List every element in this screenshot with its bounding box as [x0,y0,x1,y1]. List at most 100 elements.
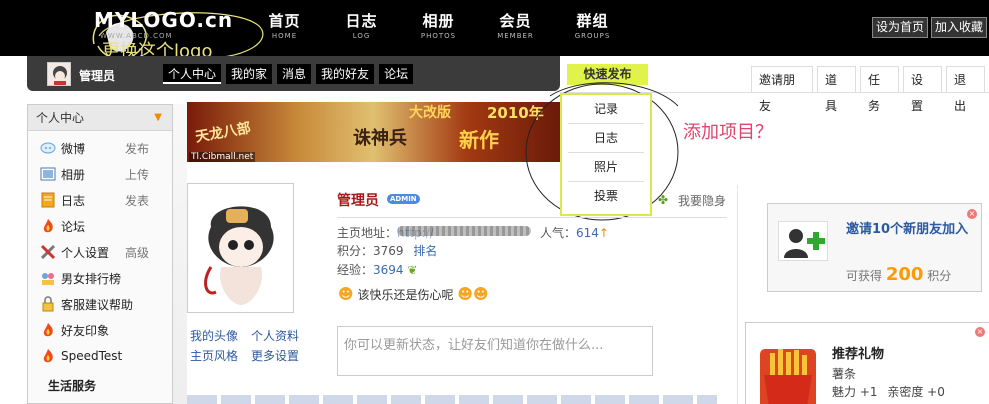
chevron-down-icon[interactable]: ▼ [154,105,162,131]
set-home-button[interactable]: 设为首页 [871,17,928,38]
points-value: 3769 [373,244,404,258]
tab-logout[interactable]: 退出 [945,66,985,113]
nav-photos-sublabel: PHOTOS [420,32,457,40]
nav-home[interactable]: 首页 HOME [246,10,323,40]
close-icon[interactable]: × [967,209,977,219]
clover-icon: ✤ [658,193,669,207]
points-label: 积分： [337,244,374,258]
popularity-row: 人气：614↑ [540,224,609,241]
nav-photos-label: 相册 [422,12,455,30]
sidebar-item-log[interactable]: 日志 发表 [28,187,172,213]
user-bar: 管理员 个人中心 我的家 消息 我的好友 论坛 [27,56,560,91]
profile-name[interactable]: 管理员 [337,190,379,210]
dropdown-item-log[interactable]: 日志 [568,124,644,153]
sidebar-item-ranking[interactable]: 男女排行榜 [28,265,172,291]
main-nav: 首页 HOME 日志 LOG 相册 PHOTOS 会员 MEMBER 群组 GROUPS [246,10,631,40]
avatar-icon [53,66,67,85]
nav-groups-label: 群组 [576,12,609,30]
invite-title[interactable]: 邀请10个新朋友加入 [846,221,978,239]
nav-groups-sublabel: GROUPS [574,32,611,40]
leaf-icon: ❦ [407,263,418,277]
sidebar-item-help[interactable]: 客服建议帮助 [28,291,172,317]
reward-value: 200 [885,264,924,285]
arrow-up-icon: ↑ [598,226,609,240]
sidebar-item-weibo[interactable]: 微博 发布 [28,135,172,161]
ad-banner[interactable]: 天龙八部 诛神兵 大改版 2010年 新作 Tl.Cibmall.net [187,102,560,162]
user-avatar-small[interactable] [47,62,71,86]
add-user-icon [778,221,828,261]
sidebar-item-forum[interactable]: 论坛 [28,213,172,239]
nav-log-sublabel: LOG [352,32,371,40]
my-avatar-link[interactable]: 我的头像 [190,326,251,346]
fries-icon[interactable] [760,349,816,404]
tab-messages[interactable]: 消息 [277,64,312,84]
gift-name[interactable]: 薯条 [832,365,856,382]
exp-label: 经验： [337,263,374,277]
home-style-link[interactable]: 主页风格 [190,346,251,366]
banner-text: 新作 [459,128,499,152]
fire-icon [43,349,53,363]
username[interactable]: 管理员 [79,67,115,84]
sidebar-item-photos[interactable]: 相册 上传 [28,161,172,187]
gift-charm: 魅力 +1 [832,385,878,399]
profile-avatar[interactable] [187,183,294,313]
popularity-value: 614 [576,226,599,240]
sidebar-title: 个人中心 [36,111,85,125]
sidebar-item-personal-settings[interactable]: 个人设置 高级 [28,239,172,265]
dropdown-item-vote[interactable]: 投票 [568,182,644,211]
think-icon: ☻☻ [457,285,489,303]
nav-member[interactable]: 会员 MEMBER [477,10,554,40]
sidebar-item-label: 客服建议帮助 [61,297,134,312]
rank-link[interactable]: 排名 [413,244,437,258]
popularity-label: 人气： [540,226,577,240]
tab-props[interactable]: 道具 [816,66,856,113]
log-icon [41,192,55,208]
hide-me-button[interactable]: 我要隐身 [678,192,726,209]
sidebar-item-speedtest[interactable]: SpeedTest [28,343,172,369]
tab-forum[interactable]: 论坛 [379,64,414,84]
sidebar-item-label: 日志 [61,193,86,208]
nav-log[interactable]: 日志 LOG [323,10,400,40]
sidebar-section-life-services: 生活服务 [48,379,97,393]
sidebar-item-label: 微博 [61,141,86,156]
reward-prefix: 可获得 [846,269,883,283]
tab-invite-friends[interactable]: 邀请朋友 [751,66,813,113]
page: MYLOGO.cn WWW.ABCD.COM 更换这个logo 首页 HOME 日… [0,0,989,404]
nav-photos[interactable]: 相册 PHOTOS [400,10,477,40]
banner-url: Tl.Cibmall.net [189,152,256,162]
column-divider [737,185,738,404]
sidebar-header[interactable]: 个人中心 ▼ [28,105,172,131]
right-tabs: 邀请朋友 道具 任务 设置 退出 [751,66,989,113]
sidebar-item-label: 个人设置 [61,245,110,260]
status-input[interactable]: 你可以更新状态，让好友们知道你在做什么... [337,326,653,376]
sidebar-item-action[interactable]: 上传 [125,166,149,183]
points-row: 积分：3769 排名 [337,242,437,259]
sidebar-list: 微博 发布 相册 上传 日志 发表 论坛 个人设置 高级 男女排行榜 客服建议帮… [28,131,172,394]
sidebar-item-action[interactable]: 发表 [125,192,149,209]
gift-intimacy: 亲密度 +0 [887,385,945,399]
exp-row: 经验：3694 ❦ [337,261,417,278]
add-user-graphic [784,229,825,258]
top-header: MYLOGO.cn WWW.ABCD.COM 更换这个logo 首页 HOME 日… [0,0,989,62]
dropdown-item-record[interactable]: 记录 [568,95,644,124]
fries-graphic [764,349,812,404]
tab-my-home[interactable]: 我的家 [226,64,273,84]
add-favorite-button[interactable]: 加入收藏 [930,17,987,38]
tab-my-friends[interactable]: 我的好友 [316,64,375,84]
more-settings-link[interactable]: 更多设置 [251,346,312,366]
sidebar-item-label: 男女排行榜 [61,271,122,286]
nav-home-label: 首页 [268,12,301,30]
tab-personal-center[interactable]: 个人中心 [163,64,222,84]
sidebar-item-action[interactable]: 发布 [125,140,149,157]
nav-member-label: 会员 [499,12,532,30]
dropdown-item-photo[interactable]: 照片 [568,153,644,182]
sidebar-item-friend-impression[interactable]: 好友印象 [28,317,172,343]
nav-groups[interactable]: 群组 GROUPS [554,10,631,40]
tab-tasks[interactable]: 任务 [859,66,899,113]
close-icon[interactable]: × [975,327,985,337]
sidebar-item-action[interactable]: 高级 [125,244,149,261]
banner-text: 天龙八部 [194,120,253,146]
sidebar-item-label: 好友印象 [61,323,110,338]
tab-settings[interactable]: 设置 [902,66,942,113]
profile-info-link[interactable]: 个人资料 [251,326,312,346]
